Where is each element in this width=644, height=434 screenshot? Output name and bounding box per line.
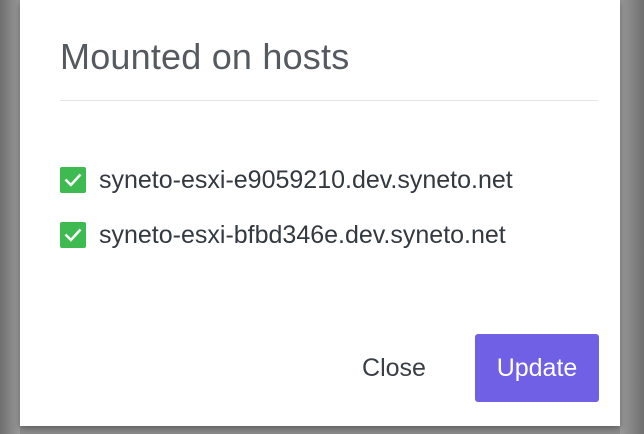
host-list: syneto-esxi-e9059210.dev.syneto.net syne… (60, 160, 513, 270)
host-checkbox[interactable] (60, 167, 86, 193)
backdrop-left (0, 0, 20, 434)
host-label: syneto-esxi-bfbd346e.dev.syneto.net (99, 220, 506, 249)
host-label: syneto-esxi-e9059210.dev.syneto.net (99, 165, 513, 194)
host-item[interactable]: syneto-esxi-e9059210.dev.syneto.net (60, 160, 513, 200)
mounted-hosts-dialog: Mounted on hosts syneto-esxi-e9059210.de… (20, 0, 620, 426)
close-button[interactable]: Close (346, 338, 442, 398)
host-checkbox[interactable] (60, 222, 86, 248)
checkmark-icon (64, 228, 82, 242)
checkmark-icon (64, 173, 82, 187)
update-button[interactable]: Update (475, 334, 599, 402)
title-divider (60, 100, 598, 101)
host-item[interactable]: syneto-esxi-bfbd346e.dev.syneto.net (60, 215, 513, 255)
backdrop-right (620, 0, 644, 434)
dialog-title: Mounted on hosts (60, 36, 350, 77)
